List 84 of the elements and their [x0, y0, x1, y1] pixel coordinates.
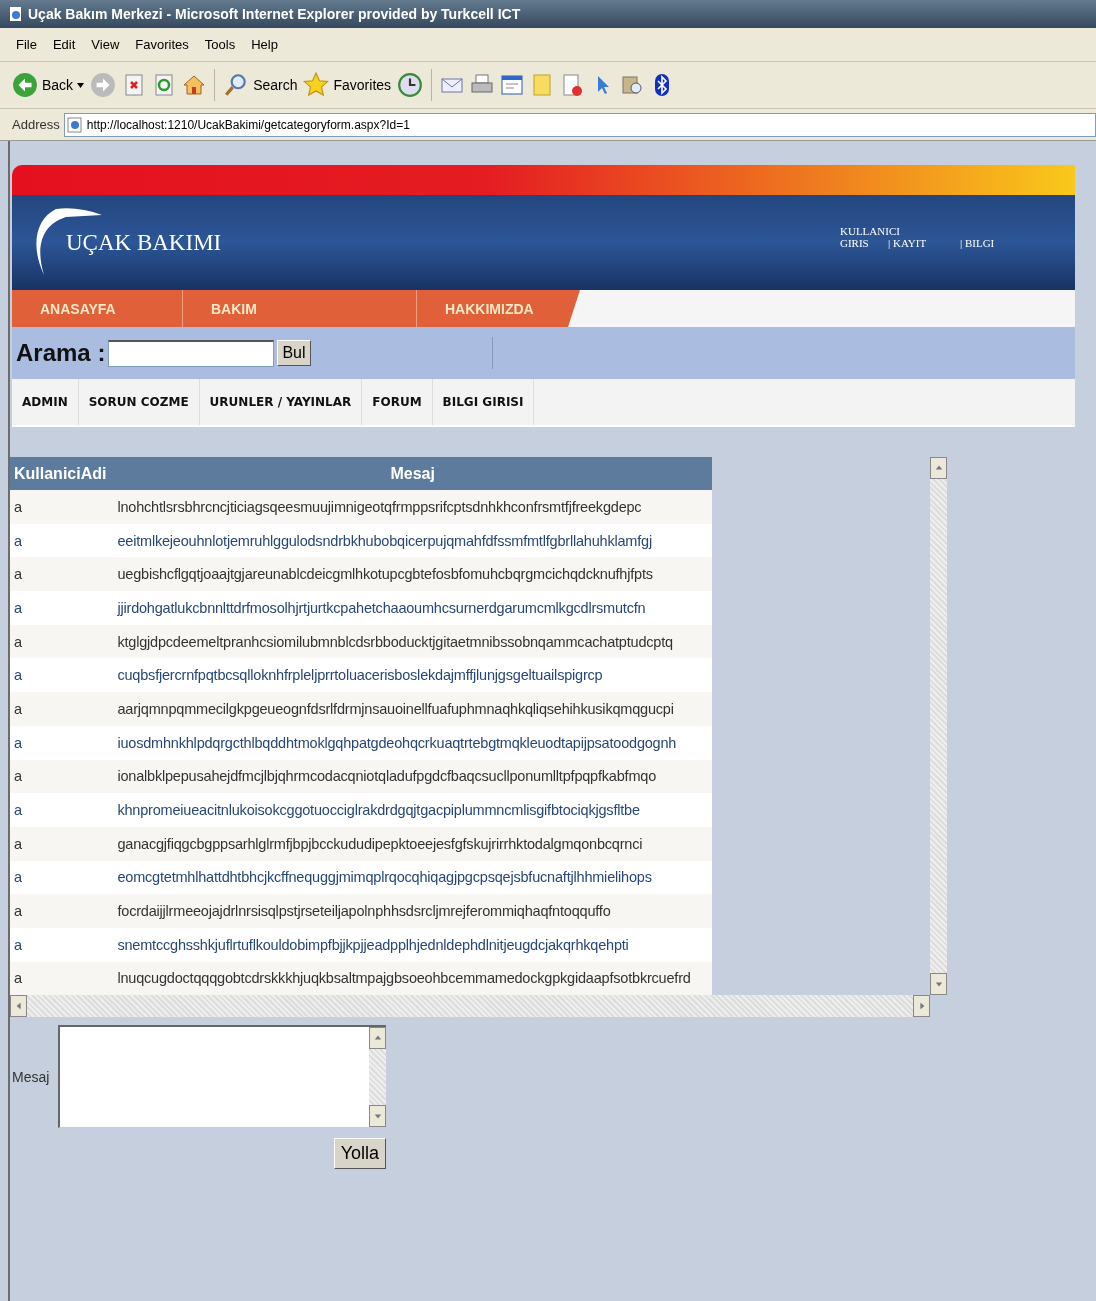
caret-icon	[77, 82, 85, 88]
triangle-icon	[373, 1034, 382, 1042]
scroll-up-button[interactable]	[930, 457, 947, 479]
table-cell: aarjqmnpqmmecilgkpgeueognfdsrlfdrmjnsauoinellfuafuphmnaqhkqliqsehihkusikqmqgucpi	[113, 692, 712, 726]
address-field[interactable]: http://localhost:1210/UcakBakimi/getcategoryform.aspx?Id=1	[63, 112, 1096, 137]
menu-item[interactable]: Favorites	[129, 35, 195, 54]
table-cell: jjirdohgatlukcbnnlttdrfmosolhjrtjurtkcpahetchaaoumhcsurnerdgarumcmlkgcdlrsmutcfn	[113, 591, 712, 625]
scroll-down-button[interactable]	[369, 1105, 386, 1127]
scroll-left-button[interactable]	[10, 995, 27, 1017]
table-cell: a	[10, 658, 114, 693]
table-cell: a	[10, 860, 114, 895]
table-cell: ktglgjdpcdeemeltpranhcsiomilubmnblcdsrbboducktjgitaetmnibssobnqammcachatptudcptq	[113, 624, 712, 659]
menu-item[interactable]: Edit	[46, 35, 82, 54]
header-link[interactable]: GIRIS	[840, 237, 888, 249]
table-cell: lnohchtlsrsbhrcncjticiagsqeesmuujimnigeotqfrmppsrifcptsdnhkhconfrsmtfjfreekgdepc	[113, 490, 712, 524]
horizontal-scrollbar[interactable]	[10, 995, 930, 1017]
table-cell: a	[10, 927, 114, 962]
menu-item[interactable]: Help	[245, 35, 284, 54]
search-button[interactable]: Bul	[277, 340, 311, 366]
table-cell: uegbishcflgqtjoaajtgjareunablcdeicgmlhkotupcgbtefosbfomuhcbqrgmcichqdcknufhjfpts	[113, 557, 712, 592]
search-field[interactable]	[108, 339, 275, 367]
home-icon[interactable]	[182, 73, 207, 97]
column-header: KullaniciAdi	[10, 457, 114, 490]
submenu-item[interactable]: FORUM	[362, 379, 433, 425]
scroll-down-button[interactable]	[930, 973, 947, 995]
favorites-button[interactable]: Favorites	[303, 72, 392, 98]
triangle-icon	[373, 1112, 382, 1120]
site-logo: UÇAK BAKIMI	[66, 229, 222, 256]
table-cell: ganacgjfiqgcbgppsarhlglrmfjbpjbcckududipepktoeejesfgfskujrirrhktodalgmqonbcqrnci	[113, 826, 712, 861]
research-icon[interactable]	[620, 73, 645, 97]
header-link[interactable]: | BILGI	[960, 237, 1020, 249]
table-cell: a	[10, 961, 114, 995]
table-cell: a	[10, 624, 114, 659]
table-cell: a	[10, 591, 114, 625]
page-icon	[8, 6, 24, 22]
search-button[interactable]: Search	[223, 72, 298, 98]
scroll-up-button[interactable]	[369, 1027, 386, 1049]
submenu-item[interactable]: BILGI GIRISI	[432, 379, 535, 425]
scroll-right-button[interactable]	[913, 995, 930, 1017]
table-cell: lnuqcugdoctqqqgobtcdrskkkhjuqkbsaltmpajgbsoeohbcemmamedockgpkgidaapfsotbkrcuefrd	[113, 961, 712, 995]
table-cell: a	[10, 557, 114, 592]
triangle-icon	[917, 1002, 926, 1010]
table-cell: a	[10, 793, 114, 827]
page-icon	[66, 116, 83, 133]
menu-item[interactable]: File	[10, 35, 43, 54]
user-label: KULLANICI	[840, 225, 901, 237]
header-link[interactable]: | KAYIT	[888, 237, 960, 249]
window-title: Uçak Bakım Merkezi - Microsoft Internet Explorer provided by Turkcell ICT	[28, 6, 521, 22]
table-cell: khnpromeiueacitnlukoisokcggotuocciglrakdrdgqjtgacpiplummncmlisgifbtociqkjgsfltbe	[113, 793, 712, 827]
star-icon	[303, 72, 330, 98]
table-cell: a	[10, 759, 114, 794]
menu-item[interactable]: View	[85, 35, 126, 54]
submenu-item[interactable]: URUNLER / YAYINLAR	[199, 379, 363, 425]
back-button[interactable]: Back	[12, 72, 85, 98]
menu-item[interactable]: Tools	[198, 35, 242, 54]
submenu-item[interactable]: SORUN COZME	[78, 379, 200, 425]
submenu-item[interactable]: ADMIN	[12, 379, 79, 425]
vertical-scrollbar[interactable]	[930, 457, 947, 995]
column-header: Mesaj	[113, 457, 712, 490]
table-cell: ionalbklpepusahejdfmcjlbjqhrmcodacqniotqladufpgdcfbaqcsucllponumlltpfpqpfkabfmqo	[113, 759, 712, 794]
table-cell: iuosdmhnkhlpdqrgcthlbqddhtmoklgqhpatgdeohqcrkuaqtrtebgtmqkleuodtapijpsatoodgognh	[113, 725, 712, 760]
triangle-icon	[14, 1002, 23, 1010]
triangle-icon	[934, 980, 943, 988]
table-cell: a	[10, 826, 114, 861]
message-field[interactable]	[58, 1025, 386, 1128]
edit-icon[interactable]	[500, 73, 525, 97]
table-cell: focrdaijjlrmeeojajdrlnrsisqlpstjrseteiljapolnphhsdsrcljmrejferommiqhaqfntoqquffo	[113, 894, 712, 928]
history-icon[interactable]	[397, 72, 424, 98]
document-icon[interactable]	[560, 73, 585, 97]
table-cell: a	[10, 692, 114, 726]
table-cell: eeitmlkejeouhnlotjemruhlggulodsndrbkhubobqicerpujqmahfdfssmfmtlfgbrllahuhklamfgj	[113, 523, 712, 558]
triangle-icon	[934, 464, 943, 472]
table-cell: snemtccghsshkjuflrtuflkouldobimpfbjjkpjjeadpplhjednldephdlnitjeugdcjakqrhkqehpti	[113, 927, 712, 962]
address-label: Address	[12, 117, 60, 132]
table-cell: a	[10, 490, 114, 524]
message-label: Mesaj	[12, 1068, 51, 1085]
table-cell: eomcgtetmhlhattdhtbhcjkcffnequggjmimqplrqocqhiqagjpgcpsqejsbfucnaftjlhhmielihops	[113, 860, 712, 895]
table-cell: a	[10, 523, 114, 558]
send-button[interactable]: Yolla	[333, 1138, 386, 1169]
table-cell: cuqbsfjercrnfpqtbcsqlloknhfrpleljprrtoluacerisboslekdajmffjlunjgsgeltuailspigrcp	[113, 658, 712, 693]
table-cell: a	[10, 725, 114, 760]
forward-icon[interactable]	[90, 72, 117, 98]
search-label: Arama :	[16, 339, 106, 367]
table-cell: a	[10, 894, 114, 928]
